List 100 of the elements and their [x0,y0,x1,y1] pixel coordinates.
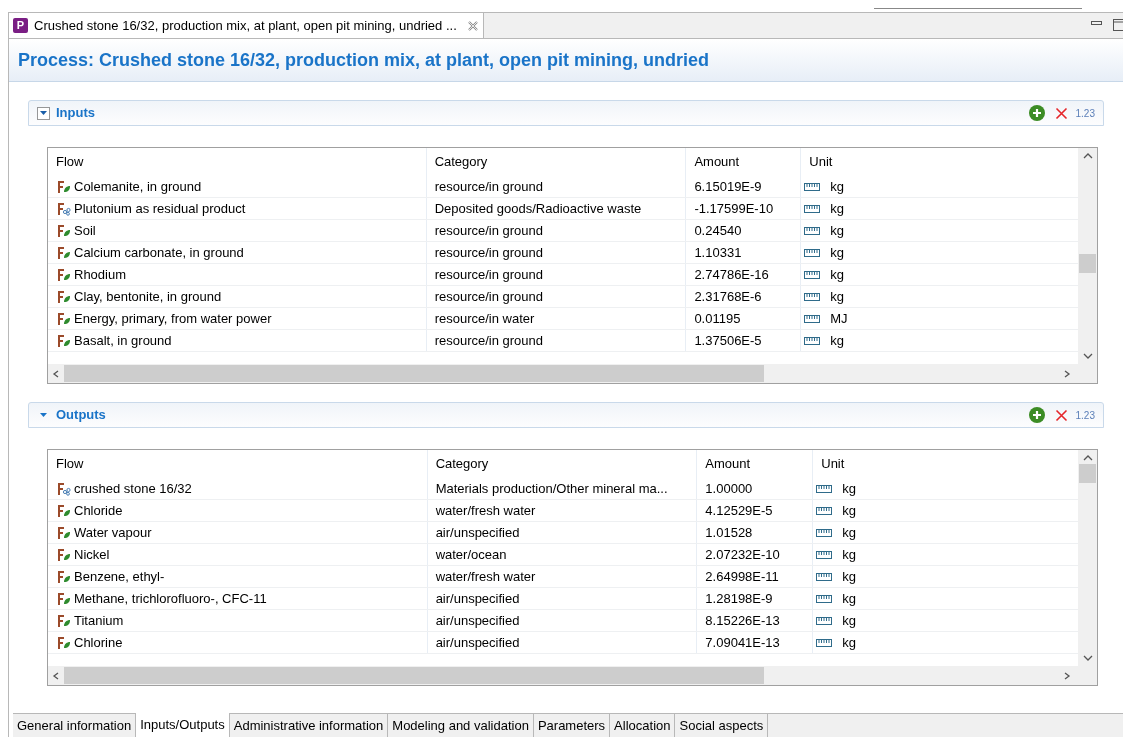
vertical-scrollbar[interactable] [1078,148,1097,364]
unit-name: kg [830,221,844,240]
ruler-icon [816,505,833,516]
table-cell: 2.74786E-16 [685,264,801,285]
table-cell: resource/in ground [425,330,686,351]
table-cell: 2.31768E-6 [685,286,801,307]
elementary-flow-icon [56,244,72,261]
horizontal-scrollbar[interactable] [48,364,1097,383]
table-cell: 4.12529E-5 [696,500,813,521]
table-cell: resource/in ground [425,176,686,197]
table-cell: 1.28198E-9 [696,588,813,609]
delete-icon[interactable] [1054,106,1068,120]
flow-name: Water vapour [74,523,152,542]
flow-name: Titanium [74,611,124,630]
elementary-flow-icon [56,590,72,607]
ruler-icon [804,335,821,346]
unit-name: kg [842,567,856,586]
table-cell: 2.64998E-11 [696,566,813,587]
flow-name: Calcium carbonate, in ground [74,243,244,262]
scroll-thumb[interactable] [1079,464,1096,483]
elementary-flow-icon [56,546,72,563]
format-button[interactable]: 1.23 [1075,105,1095,121]
elementary-flow-icon [56,634,72,651]
delete-icon[interactable] [1054,408,1068,422]
elementary-flow-icon [56,524,72,541]
table-cell: 6.15019E-9 [685,176,801,197]
elementary-flow-icon [56,332,72,349]
unit-name: kg [830,199,844,218]
flow-name: Basalt, in ground [74,331,172,350]
table-cell: -1.17599E-10 [685,198,801,219]
add-icon[interactable] [1028,407,1045,423]
ruler-icon [816,483,833,494]
table-cell: 1.37506E-5 [685,330,801,351]
column-header[interactable]: Category [426,450,697,478]
scroll-up-icon[interactable] [1082,152,1093,160]
ruler-icon [804,291,821,302]
ruler-icon [816,615,833,626]
scroll-thumb[interactable] [64,667,764,684]
horizontal-scrollbar[interactable] [48,666,1097,685]
maximize-icon[interactable] [1113,19,1123,33]
unit-name: kg [842,611,856,630]
section-toggle[interactable]: Outputs [37,405,106,425]
table-cell: 0.01195 [685,308,801,329]
elementary-flow-icon [56,502,72,519]
table-cell: water/fresh water [426,566,697,587]
table-cell: air/unspecified [426,632,697,653]
format-button[interactable]: 1.23 [1075,407,1095,423]
flow-name: Chlorine [74,633,123,652]
ruler-icon [816,549,833,560]
table-cell: resource/in ground [425,264,686,285]
unit-name: kg [830,331,844,350]
ruler-icon [804,225,821,236]
column-header[interactable]: Amount [685,148,801,176]
table-cell: resource/in ground [425,286,686,307]
unit-name: kg [842,545,856,564]
flow-name: Methane, trichlorofluoro-, CFC-11 [74,589,267,608]
column-header[interactable]: Category [425,148,686,176]
ruler-icon [804,269,821,280]
table-cell: air/unspecified [426,588,697,609]
ruler-icon [804,247,821,258]
scroll-down-icon[interactable] [1082,352,1093,360]
page-title: Process: Crushed stone 16/32, production mix, at plant, open pit mining, undried [18,48,710,72]
flow-name: Plutonium as residual product [74,199,246,218]
ruler-icon [816,571,833,582]
section-toggle[interactable]: Inputs [37,103,95,123]
vertical-scrollbar[interactable] [1078,450,1097,666]
flow-name: Benzene, ethyl- [74,567,165,586]
unit-name: kg [830,243,844,262]
unit-name: kg [842,523,856,542]
table-cell: 2.07232E-10 [696,544,813,565]
table-cell: 1.10331 [685,242,801,263]
unit-name: kg [842,589,856,608]
editor-tab[interactable]: P Crushed stone 16/32, production mix, at plant, open pit mining, undried ... [9,13,484,38]
column-header[interactable]: Flow [48,148,426,176]
close-icon[interactable] [466,19,479,32]
flow-name: Nickel [74,545,110,564]
table-cell: air/unspecified [426,610,697,631]
scroll-thumb[interactable] [1079,254,1096,273]
column-header[interactable]: Amount [696,450,813,478]
table-cell: resource/in water [425,308,686,329]
column-header[interactable]: Flow [48,450,427,478]
elementary-flow-icon [56,612,72,629]
unit-name: MJ [830,309,848,328]
product-flow-icon [56,200,72,217]
page-tab[interactable]: Inputs/Outputs [136,713,230,737]
elementary-flow-icon [56,178,72,195]
scroll-thumb[interactable] [64,365,764,382]
add-icon[interactable] [1028,105,1045,121]
elementary-flow-icon [56,266,72,283]
flow-name: Chloride [74,501,123,520]
tab-title: Crushed stone 16/32, production mix, at plant, open pit mining, undried ... [34,16,457,35]
column-header[interactable]: Unit [812,450,1078,478]
scroll-up-icon[interactable] [1082,454,1093,462]
unit-name: kg [830,265,844,284]
product-flow-icon [56,480,72,497]
ruler-icon [804,181,821,192]
flow-name: crushed stone 16/32 [74,479,192,498]
flow-name: Soil [74,221,96,240]
table-cell: 0.24540 [685,220,801,241]
scroll-down-icon[interactable] [1082,654,1093,662]
